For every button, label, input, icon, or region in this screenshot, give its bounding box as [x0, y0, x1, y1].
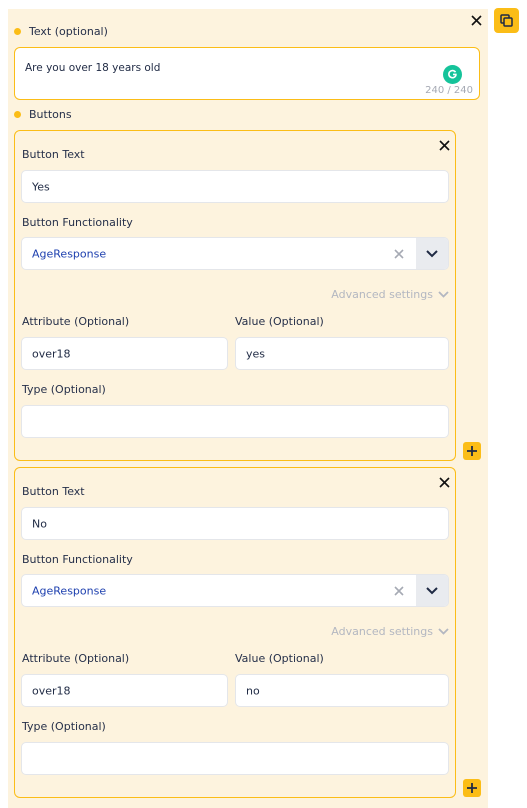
clear-icon: [394, 249, 404, 259]
button-text-label: Button Text: [22, 148, 85, 161]
plus-icon: [467, 446, 477, 456]
dropdown-toggle[interactable]: [416, 238, 448, 269]
close-icon: [438, 139, 450, 151]
duplicate-icon: [500, 14, 513, 27]
text-section-label: Text (optional): [14, 25, 108, 38]
button-functionality-value: AgeResponse: [32, 584, 107, 597]
button-text-value: Yes: [32, 180, 50, 193]
advanced-settings-label: Advanced settings: [331, 288, 433, 301]
chevron-down-icon: [426, 249, 438, 257]
message-textarea[interactable]: Are you over 18 years old 240 / 240: [14, 47, 480, 100]
advanced-settings-label: Advanced settings: [331, 625, 433, 638]
button-text-input[interactable]: No: [21, 507, 449, 540]
button-functionality-select[interactable]: AgeResponse: [21, 574, 449, 607]
attribute-input[interactable]: over18: [21, 337, 228, 370]
buttons-section-label: Buttons: [14, 108, 72, 121]
button-text-input[interactable]: Yes: [21, 170, 449, 203]
dropdown-toggle[interactable]: [416, 575, 448, 606]
clear-selection-button[interactable]: [390, 582, 408, 600]
button-card: Button Text Yes Button Functionality Age…: [14, 130, 456, 461]
value-input[interactable]: yes: [235, 337, 449, 370]
type-label: Type (Optional): [22, 720, 106, 733]
type-label: Type (Optional): [22, 383, 106, 396]
add-button-button[interactable]: [463, 442, 481, 460]
button-functionality-select[interactable]: AgeResponse: [21, 237, 449, 270]
button-functionality-label: Button Functionality: [22, 216, 133, 229]
close-icon: [470, 14, 482, 26]
chevron-down-icon: [438, 628, 449, 635]
value-input[interactable]: no: [235, 674, 449, 707]
button-text-label: Button Text: [22, 485, 85, 498]
text-section-label-text: Text (optional): [29, 25, 108, 38]
buttons-section-label-text: Buttons: [29, 108, 72, 121]
plus-icon: [467, 783, 477, 793]
duplicate-button[interactable]: [494, 8, 519, 33]
clear-selection-button[interactable]: [390, 245, 408, 263]
value-label: Value (Optional): [235, 315, 324, 328]
close-block-button[interactable]: [468, 12, 484, 28]
attribute-value: over18: [32, 684, 71, 697]
button-functionality-label: Button Functionality: [22, 553, 133, 566]
add-button-button[interactable]: [463, 779, 481, 797]
type-input[interactable]: [21, 405, 449, 438]
button-functionality-value: AgeResponse: [32, 247, 107, 260]
value-label: Value (Optional): [235, 652, 324, 665]
advanced-settings-toggle[interactable]: Advanced settings: [331, 288, 449, 301]
type-input[interactable]: [21, 742, 449, 775]
attribute-label: Attribute (Optional): [22, 652, 130, 665]
clear-icon: [394, 586, 404, 596]
value-value: no: [246, 684, 260, 697]
chevron-down-icon: [426, 586, 438, 594]
button-text-value: No: [32, 517, 47, 530]
advanced-settings-toggle[interactable]: Advanced settings: [331, 625, 449, 638]
close-icon: [438, 476, 450, 488]
bullet-dot: [14, 28, 21, 35]
value-value: yes: [246, 347, 266, 360]
attribute-input[interactable]: over18: [21, 674, 228, 707]
bullet-dot: [14, 111, 21, 118]
remove-button-card[interactable]: [436, 137, 452, 153]
message-text-value: Are you over 18 years old: [25, 62, 161, 74]
character-counter: 240 / 240: [425, 85, 473, 96]
chevron-down-icon: [438, 291, 449, 298]
grammarly-icon[interactable]: [443, 65, 462, 84]
attribute-value: over18: [32, 347, 71, 360]
remove-button-card[interactable]: [436, 474, 452, 490]
attribute-label: Attribute (Optional): [22, 315, 130, 328]
button-card: Button Text No Button Functionality AgeR…: [14, 467, 456, 798]
